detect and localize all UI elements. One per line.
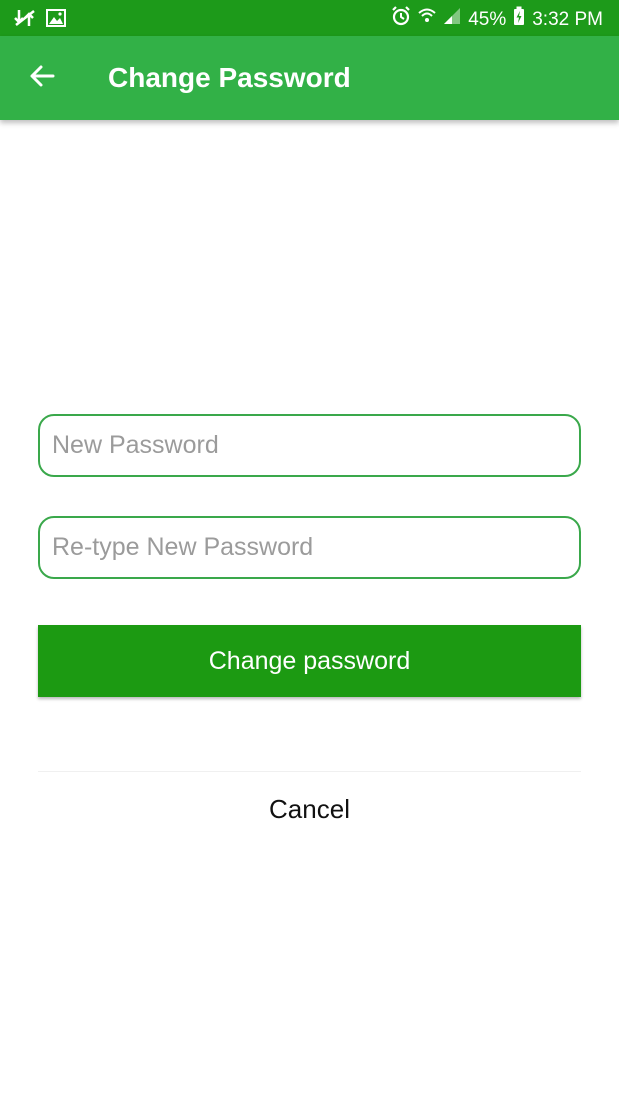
page-title: Change Password <box>108 62 351 93</box>
cancel-button[interactable]: Cancel <box>38 783 581 835</box>
image-icon <box>46 9 66 32</box>
wifi-icon <box>418 7 436 32</box>
data-transfer-icon <box>14 8 36 33</box>
back-button[interactable] <box>20 58 64 98</box>
status-bar: 45% 3:32 PM <box>0 0 619 36</box>
battery-percent: 45% <box>468 8 507 30</box>
clock-time: 3:32 PM <box>532 8 603 30</box>
alarm-icon <box>391 6 411 33</box>
arrow-back-icon <box>29 64 55 93</box>
signal-icon <box>443 7 461 32</box>
battery-charging-icon <box>513 6 525 33</box>
status-bar-left <box>14 8 66 33</box>
status-bar-right: 45% 3:32 PM <box>391 6 603 33</box>
app-bar: Change Password <box>0 36 619 120</box>
divider <box>38 771 581 772</box>
retype-password-field[interactable] <box>38 516 581 579</box>
new-password-field[interactable] <box>38 414 581 477</box>
change-password-button[interactable]: Change password <box>38 625 581 697</box>
